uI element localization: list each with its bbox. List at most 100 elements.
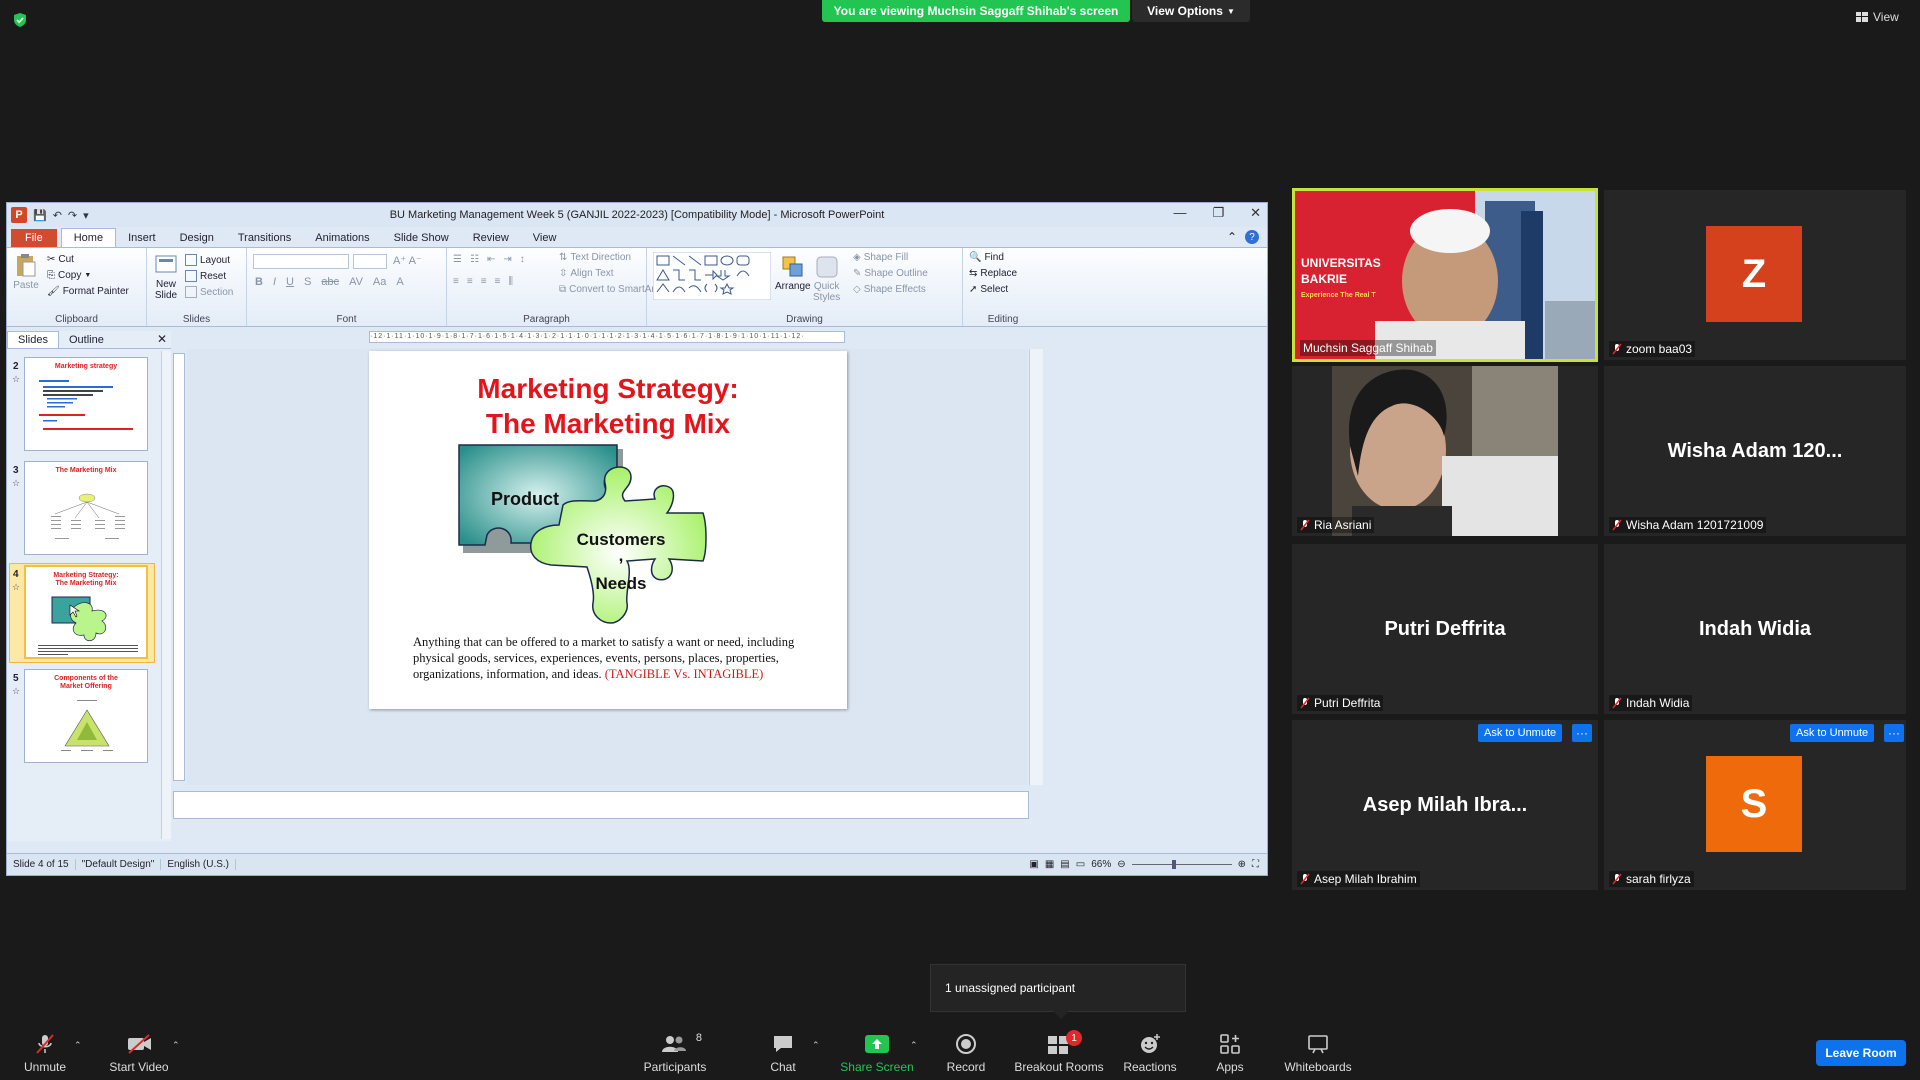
outdent-icon[interactable]: ⇥ <box>503 254 511 265</box>
tab-transitions[interactable]: Transitions <box>226 229 303 247</box>
bold-icon[interactable]: B <box>255 276 263 288</box>
zoom-level[interactable]: 66% <box>1091 859 1111 870</box>
apps-button[interactable]: Apps <box>1210 1030 1250 1074</box>
grow-font-icon[interactable]: A⁺ A⁻ <box>393 254 422 267</box>
slide-thumbnail-3[interactable]: The Marketing Mix <box>24 461 148 555</box>
minimize-icon[interactable]: — <box>1173 205 1186 221</box>
tab-design[interactable]: Design <box>168 229 226 247</box>
copy-button[interactable]: ⎘ Copy ▼ <box>47 270 91 281</box>
tab-slides[interactable]: Slides <box>7 331 59 348</box>
help-icon[interactable]: ? <box>1245 230 1259 244</box>
shape-fill-button[interactable]: ◈ Shape Fill <box>853 252 908 263</box>
slide-sorter-icon[interactable]: ▦ <box>1045 859 1054 870</box>
tab-animations[interactable]: Animations <box>303 229 381 247</box>
leave-room-button[interactable]: Leave Room <box>1816 1040 1906 1066</box>
breakout-rooms-button[interactable]: 1 Breakout Rooms <box>1014 1030 1104 1074</box>
share-options-caret-icon[interactable]: ⌃ <box>910 1040 918 1051</box>
customize-qat-icon[interactable]: ▾ <box>83 209 89 222</box>
font-color-icon[interactable]: A <box>396 276 403 288</box>
participant-tile[interactable]: Putri Deffrita Putri Deffrita <box>1292 544 1598 714</box>
editor-scrollbar[interactable] <box>1029 349 1043 785</box>
quick-styles-button[interactable]: Quick Styles <box>813 254 840 303</box>
slideshow-view-icon[interactable]: ▭ <box>1076 859 1085 870</box>
chat-button[interactable]: Chat <box>768 1030 798 1074</box>
panel-scrollbar[interactable] <box>161 351 171 839</box>
layout-button[interactable]: Layout <box>185 254 230 266</box>
participant-tile[interactable]: Wisha Adam 120... Wisha Adam 1201721009 <box>1604 366 1906 536</box>
more-options-button[interactable]: ··· <box>1884 724 1904 742</box>
reactions-button[interactable]: Reactions <box>1120 1030 1180 1074</box>
more-options-button[interactable]: ··· <box>1572 724 1592 742</box>
security-shield-icon[interactable] <box>12 12 28 28</box>
line-spacing-icon[interactable]: ↕ <box>520 254 525 265</box>
unmute-button[interactable]: Unmute <box>20 1030 70 1074</box>
italic-icon[interactable]: I <box>273 276 276 288</box>
align-left-icon[interactable]: ≡ <box>453 276 459 287</box>
minimize-ribbon-icon[interactable]: ⌃ <box>1227 230 1237 244</box>
share-screen-button[interactable]: Share Screen <box>840 1030 914 1074</box>
participant-tile[interactable]: Ask to Unmute ··· Asep Milah Ibra... Ase… <box>1292 720 1598 890</box>
close-icon[interactable]: ✕ <box>1250 205 1261 221</box>
indent-icon[interactable]: ⇤ <box>487 254 495 265</box>
slide-thumbnail-2[interactable]: Marketing strategy <box>24 357 148 451</box>
participant-tile-active-speaker[interactable]: UNIVERSITAS BAKRIE Experience The Real T … <box>1292 188 1598 362</box>
tab-home[interactable]: Home <box>60 228 117 247</box>
select-button[interactable]: ➚ Select <box>969 284 1008 295</box>
underline-icon[interactable]: U <box>286 276 294 288</box>
font-name-combo[interactable] <box>253 254 349 269</box>
replace-button[interactable]: ⇆ Replace <box>969 268 1017 279</box>
normal-view-icon[interactable]: ▣ <box>1029 859 1038 870</box>
text-direction-button[interactable]: ⇅ Text Direction <box>559 252 631 263</box>
align-center-icon[interactable]: ≡ <box>467 276 473 287</box>
undo-icon[interactable]: ↶ <box>53 209 62 222</box>
font-size-combo[interactable] <box>353 254 387 269</box>
slide-thumbnail-4[interactable]: Marketing Strategy: The Marketing Mix <box>24 565 148 659</box>
redo-icon[interactable]: ↷ <box>68 209 77 222</box>
participants-button[interactable]: 8 Participants <box>640 1030 710 1074</box>
tab-view[interactable]: View <box>521 229 569 247</box>
tab-slide-show[interactable]: Slide Show <box>382 229 461 247</box>
spacing-icon[interactable]: AV <box>349 276 363 288</box>
align-text-button[interactable]: ⇳ Align Text <box>559 268 614 279</box>
slide-thumbnail-5[interactable]: Components of the Market Offering <box>24 669 148 763</box>
section-button[interactable]: Section <box>185 286 233 298</box>
convert-smartart-button[interactable]: ⧉ Convert to SmartArt <box>559 284 658 295</box>
view-button[interactable]: View <box>1856 10 1899 24</box>
zoom-in-icon[interactable]: ⊕ <box>1238 859 1246 870</box>
align-right-icon[interactable]: ≡ <box>481 276 487 287</box>
columns-icon[interactable]: ⫼ <box>508 276 513 287</box>
audio-options-caret-icon[interactable]: ⌃ <box>74 1040 82 1051</box>
participant-tile[interactable]: Ask to Unmute ··· S sarah firlyza <box>1604 720 1906 890</box>
current-slide[interactable]: Marketing Strategy: The Marketing Mix Pr… <box>369 351 847 709</box>
shadow-icon[interactable]: S <box>304 276 311 288</box>
reset-button[interactable]: Reset <box>185 270 226 282</box>
participant-tile[interactable]: Ria Asriani <box>1292 366 1598 536</box>
whiteboards-button[interactable]: Whiteboards <box>1282 1030 1354 1074</box>
fit-slide-icon[interactable]: ⛶ <box>1252 859 1259 870</box>
shape-outline-button[interactable]: ✎ Shape Outline <box>853 268 928 279</box>
reading-view-icon[interactable]: ▤ <box>1060 859 1069 870</box>
paste-button[interactable]: Paste <box>13 252 39 291</box>
chat-options-caret-icon[interactable]: ⌃ <box>812 1040 820 1051</box>
numbering-icon[interactable]: ☷ <box>470 254 479 265</box>
tab-review[interactable]: Review <box>461 229 521 247</box>
bullets-icon[interactable]: ☰ <box>453 254 462 265</box>
video-options-caret-icon[interactable]: ⌃ <box>172 1040 180 1051</box>
strikethrough-icon[interactable]: abc <box>321 276 339 288</box>
start-video-button[interactable]: Start Video <box>104 1030 174 1074</box>
shape-effects-button[interactable]: ◇ Shape Effects <box>853 284 926 295</box>
tab-outline[interactable]: Outline <box>59 332 114 348</box>
find-button[interactable]: 🔍 Find <box>969 252 1004 263</box>
ask-to-unmute-button[interactable]: Ask to Unmute <box>1478 724 1563 742</box>
save-icon[interactable]: 💾 <box>33 209 47 222</box>
format-painter-button[interactable]: 🖌 Format Painter <box>47 286 129 297</box>
restore-icon[interactable]: ❐ <box>1212 205 1224 221</box>
zoom-slider[interactable] <box>1131 860 1232 869</box>
zoom-out-icon[interactable]: ⊖ <box>1117 859 1125 870</box>
notes-pane[interactable] <box>173 791 1029 819</box>
shapes-gallery-icon[interactable] <box>653 252 771 300</box>
powerpoint-logo-icon[interactable]: P <box>11 207 27 223</box>
cut-button[interactable]: ✂ Cut <box>47 254 74 265</box>
participant-tile[interactable]: Z zoom baa03 <box>1604 190 1906 360</box>
view-options-button[interactable]: View Options ▼ <box>1132 0 1250 22</box>
